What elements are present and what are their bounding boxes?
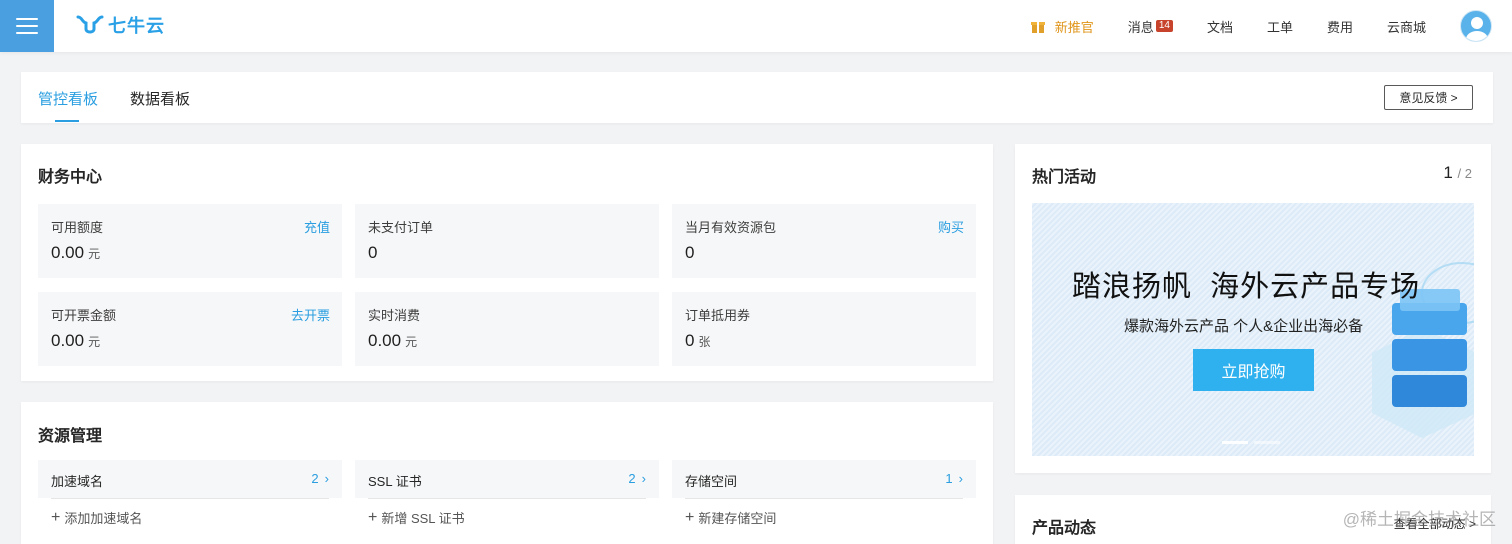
invoice-link[interactable]: 去开票 bbox=[291, 305, 330, 324]
qiniu-logo-icon bbox=[76, 15, 104, 34]
carousel-dots bbox=[1222, 441, 1280, 444]
finance-cell-value: 0.00 bbox=[368, 331, 402, 350]
resource-management-title: 资源管理 bbox=[38, 428, 103, 445]
recharge-link[interactable]: 充值 bbox=[304, 217, 330, 236]
finance-cell-unpaid-orders[interactable]: 未支付订单 0 bbox=[355, 204, 659, 278]
carousel-dot[interactable] bbox=[1222, 441, 1248, 444]
banner-headline: 踏浪扬帆 海外云产品专场 bbox=[1072, 271, 1421, 303]
finance-cell-value: 0 bbox=[368, 243, 378, 262]
buy-now-button[interactable]: 立即抢购 bbox=[1193, 349, 1314, 391]
finance-cell-invoiceable: 可开票金额 去开票 0.00 元 bbox=[38, 292, 342, 366]
resource-count-link[interactable]: 2 › bbox=[311, 471, 329, 486]
divider bbox=[368, 498, 646, 499]
chevron-right-icon: › bbox=[641, 471, 646, 486]
pager-current: 1 bbox=[1443, 163, 1453, 182]
hot-activities-title: 热门活动 bbox=[1032, 169, 1097, 186]
hot-activities-card: 热门活动 1 / 2 踏浪扬帆 海外云产品专场 爆款海外云产品 个人&企业出海必… bbox=[1015, 144, 1491, 473]
resource-name: 加速域名 bbox=[51, 474, 104, 489]
feedback-button[interactable]: 意见反馈 > bbox=[1384, 85, 1473, 110]
finance-cell-resource-packs: 当月有效资源包 购买 0 bbox=[672, 204, 976, 278]
resource-count-link[interactable]: 2 › bbox=[628, 471, 646, 486]
menu-icon bbox=[16, 18, 38, 20]
pager-total: / 2 bbox=[1457, 166, 1472, 181]
tab-data-board[interactable]: 数据看板 bbox=[130, 88, 190, 109]
finance-cell-unit: 张 bbox=[698, 335, 711, 349]
banner-subline: 爆款海外云产品 个人&企业出海必备 bbox=[1124, 318, 1364, 335]
logo-text: 七牛云 bbox=[108, 16, 165, 36]
logo[interactable]: 七牛云 bbox=[76, 12, 165, 38]
finance-cell-value: 0 bbox=[685, 243, 695, 262]
finance-cell-unit: 元 bbox=[88, 247, 101, 261]
finance-cell-value: 0.00 bbox=[51, 243, 85, 262]
nav-messages-link[interactable]: 消息 14 bbox=[1128, 17, 1173, 36]
finance-cell-label: 实时消费 bbox=[368, 308, 421, 323]
active-tab-indicator bbox=[55, 120, 79, 122]
nav-promo-label: 新推官 bbox=[1054, 19, 1094, 35]
finance-cell-label: 未支付订单 bbox=[368, 220, 434, 235]
finance-cell-value: 0 bbox=[685, 331, 695, 350]
product-news-title: 产品动态 bbox=[1032, 520, 1097, 537]
resource-cell-storage: 存储空间 1 › + 新建存储空间 bbox=[672, 460, 976, 544]
resource-cell-ssl: SSL 证书 2 › + 新增 SSL 证书 bbox=[355, 460, 659, 544]
resource-name: SSL 证书 bbox=[368, 474, 422, 489]
finance-cell-unit: 元 bbox=[405, 335, 418, 349]
finance-cell-vouchers[interactable]: 订单抵用券 0张 bbox=[672, 292, 976, 366]
dashboard-tabs: 管控看板 数据看板 意见反馈 > bbox=[21, 72, 1493, 123]
nav-promo-link[interactable]: 新推官 bbox=[1030, 17, 1094, 36]
resource-cell-domains: 加速域名 2 › + 添加加速域名 bbox=[38, 460, 342, 544]
nav-market-link[interactable]: 云商城 bbox=[1387, 17, 1426, 36]
gift-icon bbox=[1030, 19, 1045, 33]
finance-cell-unit: 元 bbox=[88, 335, 101, 349]
user-icon bbox=[1466, 17, 1488, 41]
finance-center-title: 财务中心 bbox=[38, 169, 103, 186]
resource-count-link[interactable]: 1 › bbox=[945, 471, 963, 486]
nav-tickets-link[interactable]: 工单 bbox=[1267, 17, 1293, 36]
carousel-pager: 1 / 2 bbox=[1443, 163, 1472, 183]
divider bbox=[685, 498, 963, 499]
buy-link[interactable]: 购买 bbox=[938, 217, 964, 236]
menu-toggle-button[interactable] bbox=[0, 0, 54, 52]
divider bbox=[51, 498, 329, 499]
plus-icon: + bbox=[368, 508, 378, 526]
top-bar: 七牛云 新推官 消息 14 文档 工单 费用 云商城 bbox=[0, 0, 1512, 52]
nav-messages-label: 消息 bbox=[1127, 19, 1154, 35]
finance-cell-label: 当月有效资源包 bbox=[685, 220, 777, 235]
nav-docs-link[interactable]: 文档 bbox=[1207, 17, 1233, 36]
finance-cell-realtime-spend[interactable]: 实时消费 0.00 元 bbox=[355, 292, 659, 366]
tab-control-board[interactable]: 管控看板 bbox=[38, 88, 98, 109]
resource-name: 存储空间 bbox=[685, 474, 738, 489]
chevron-right-icon: › bbox=[324, 471, 329, 486]
finance-cell-available-credit: 可用额度 充值 0.00 元 bbox=[38, 204, 342, 278]
finance-cell-label: 可用额度 bbox=[51, 220, 104, 235]
promo-banner[interactable]: 踏浪扬帆 海外云产品专场 爆款海外云产品 个人&企业出海必备 立即抢购 bbox=[1032, 203, 1474, 456]
add-bucket-button[interactable]: + 新建存储空间 bbox=[685, 508, 776, 527]
watermark: @稀土掘金技术社区 bbox=[1342, 510, 1496, 529]
finance-cell-label: 可开票金额 bbox=[51, 308, 117, 323]
nav-billing-link[interactable]: 费用 bbox=[1327, 17, 1353, 36]
messages-count-badge: 14 bbox=[1155, 20, 1173, 32]
add-ssl-button[interactable]: + 新增 SSL 证书 bbox=[368, 508, 465, 527]
add-domain-button[interactable]: + 添加加速域名 bbox=[51, 508, 142, 527]
plus-icon: + bbox=[51, 508, 61, 526]
plus-icon: + bbox=[685, 508, 695, 526]
chevron-right-icon: › bbox=[958, 471, 963, 486]
carousel-dot[interactable] bbox=[1254, 441, 1280, 444]
finance-center-card: 财务中心 可用额度 充值 0.00 元 未支付订单 0 当月有效资源包 购买 0 … bbox=[21, 144, 993, 381]
resource-management-card: 资源管理 加速域名 2 › + 添加加速域名 SSL 证书 2 › + 新增 SSL 证… bbox=[21, 402, 993, 544]
user-avatar[interactable] bbox=[1460, 10, 1492, 42]
finance-cell-value: 0.00 bbox=[51, 331, 85, 350]
top-nav: 新推官 消息 14 文档 工单 费用 云商城 bbox=[1030, 0, 1512, 52]
finance-cell-label: 订单抵用券 bbox=[685, 308, 751, 323]
